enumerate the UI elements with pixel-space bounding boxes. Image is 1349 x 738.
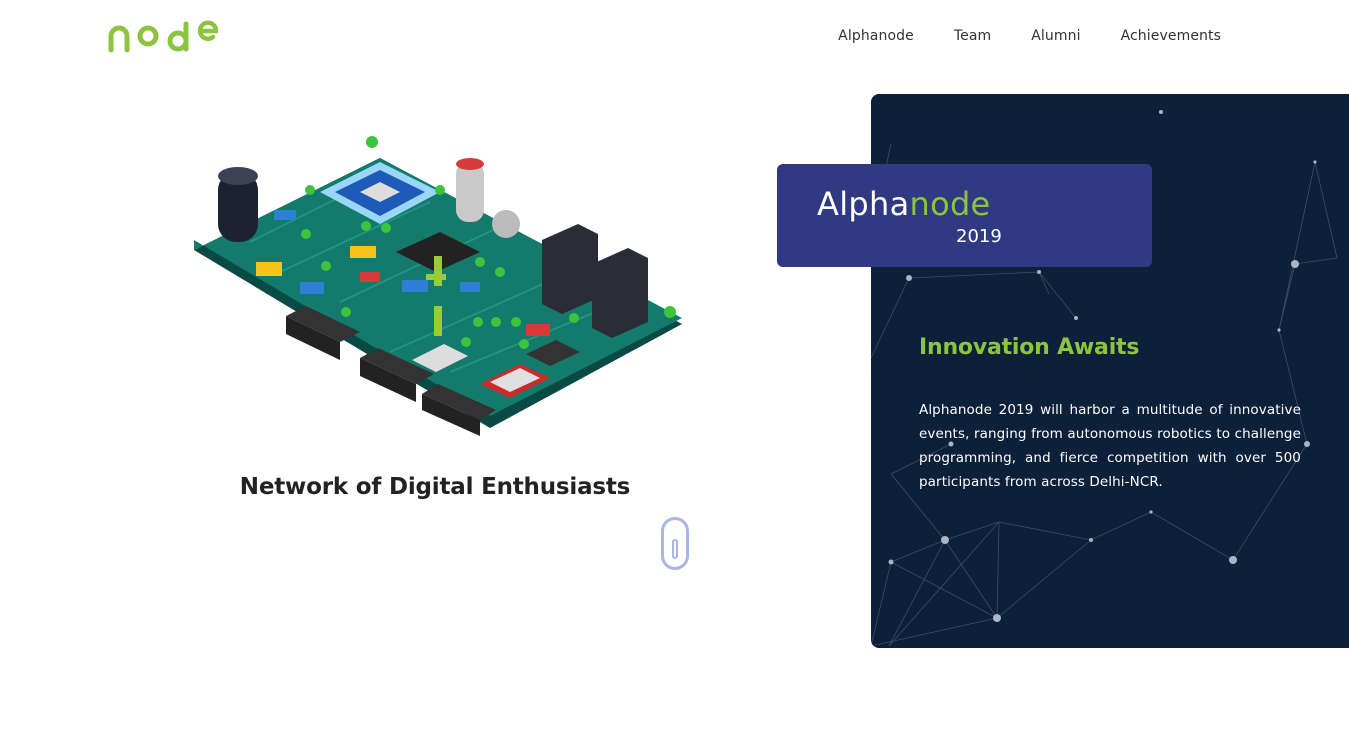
hero-tagline: Network of Digital Enthusiasts — [239, 474, 631, 500]
node-logo-icon — [108, 20, 219, 53]
main-nav: Alphanode Team Alumni Achievements — [838, 27, 1221, 45]
alphanode-badge: Alphanode 2019 — [777, 164, 1152, 267]
nav-link-alphanode[interactable]: Alphanode — [838, 27, 914, 45]
brand-prefix: Alpha — [817, 185, 910, 223]
page: Alphanode Team Alumni Achievements Netwo… — [0, 0, 1349, 738]
nav-link-alumni[interactable]: Alumni — [1031, 27, 1080, 45]
badge-brand: Alphanode — [817, 185, 991, 223]
nav-link-team[interactable]: Team — [954, 27, 991, 45]
nav-link-achievements[interactable]: Achievements — [1121, 27, 1221, 45]
circuit-board-icon — [194, 136, 682, 436]
scroll-down-indicator[interactable] — [661, 517, 689, 570]
card-title: Innovation Awaits — [919, 335, 1140, 360]
logo[interactable] — [106, 16, 222, 56]
circuit-board-illustration — [190, 132, 690, 442]
badge-year: 2019 — [956, 226, 1002, 247]
mouse-wheel-icon — [672, 539, 678, 559]
card-description: Alphanode 2019 will harbor a multitude o… — [919, 402, 1301, 490]
brand-accent: node — [909, 185, 991, 223]
